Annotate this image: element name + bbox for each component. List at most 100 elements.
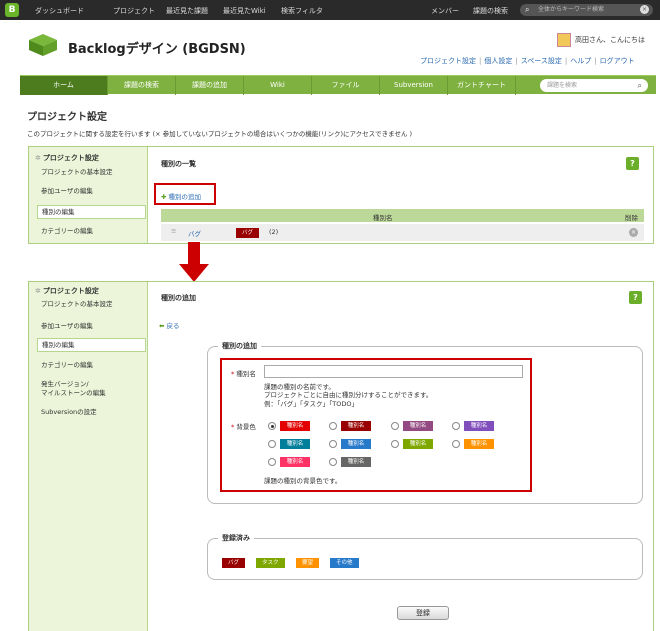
type-count: (2) xyxy=(269,228,279,236)
sidebar-heading: ✲ プロジェクト設定 xyxy=(35,287,99,295)
back-arrow-icon: ⬅ xyxy=(159,322,165,330)
down-arrow-shaft xyxy=(188,242,200,266)
sidebar-item-subversion[interactable]: Subversionの設定 xyxy=(41,408,97,417)
color-radio-3[interactable] xyxy=(391,422,399,430)
sidebar-item-categories[interactable]: カテゴリーの編集 xyxy=(41,361,93,370)
type-badge: バグ xyxy=(236,228,260,238)
tab-wiki[interactable]: Wiki xyxy=(244,76,312,95)
search-icon[interactable]: ⌕ xyxy=(638,79,642,92)
column-header-name: 種別名 xyxy=(373,214,393,222)
header-links: プロジェクト設定 | 個人設定 | スペース設定 | ヘルプ | ログアウト xyxy=(420,57,635,65)
sidebar-heading: ✲ プロジェクト設定 xyxy=(35,154,99,162)
registered-chip-bug: バグ xyxy=(222,558,246,568)
fieldset-legend: 種別の追加 xyxy=(218,341,261,351)
name-help: 課題の種別の名前です。 プロジェクトごとに自由に種別分けすることができます。 例… xyxy=(264,383,433,408)
sidebar-item-types[interactable]: 種別の編集 xyxy=(37,205,146,219)
color-radio-8[interactable] xyxy=(452,440,460,448)
registered-chip-request: 要望 xyxy=(296,558,320,568)
main-nav: ホーム 課題の検索 課題の追加 Wiki ファイル Subversion ガント… xyxy=(20,75,656,95)
color-swatch-8[interactable]: 種別名 xyxy=(464,439,494,449)
nav-issue-search[interactable]: 課題の検索 xyxy=(473,6,508,16)
sidebar-item-basic[interactable]: プロジェクトの基本設定 xyxy=(41,168,113,177)
drag-handle-icon[interactable]: ≡ xyxy=(171,227,176,235)
settings-sidebar: ✲ プロジェクト設定 プロジェクトの基本設定 参加ユーザの編集 種別の編集 カテゴ… xyxy=(29,282,148,631)
color-swatch-6[interactable]: 種別名 xyxy=(341,439,371,449)
color-radio-9[interactable] xyxy=(268,458,276,466)
page-title: プロジェクト設定 xyxy=(27,112,107,123)
type-name-input[interactable] xyxy=(264,365,523,378)
color-radio-1[interactable] xyxy=(268,422,276,430)
color-radio-5[interactable] xyxy=(268,440,276,448)
page-description: このプロジェクトに関する設定を行います (× 参加していないプロジェクトの場合は… xyxy=(27,130,413,138)
sidebar-item-basic[interactable]: プロジェクトの基本設定 xyxy=(41,300,113,309)
top-bar: B ダッシュボード プロジェクト 最近見た課題 最近見たWiki 検索フィルタ … xyxy=(0,0,660,20)
avatar[interactable] xyxy=(557,33,571,47)
nav-recent-wiki[interactable]: 最近見たWiki xyxy=(223,6,266,16)
color-swatch-7[interactable]: 種別名 xyxy=(403,439,433,449)
name-label: * 種別名 xyxy=(231,370,256,378)
registered-legend: 登録済み xyxy=(218,533,254,543)
search-icon: ⌕ xyxy=(525,5,530,14)
color-swatch-1[interactable]: 種別名 xyxy=(280,421,310,431)
link-project-settings[interactable]: プロジェクト設定 xyxy=(420,57,476,65)
section-title: 種別の追加 xyxy=(161,294,196,302)
type-name-link[interactable]: バグ xyxy=(188,228,201,238)
down-arrow-icon xyxy=(179,264,209,282)
color-swatch-4[interactable]: 種別名 xyxy=(464,421,494,431)
tab-add-issue[interactable]: 課題の追加 xyxy=(176,76,244,95)
back-link[interactable]: ⬅ 戻る xyxy=(159,320,180,330)
color-radio-6[interactable] xyxy=(329,440,337,448)
column-header-delete: 削除 xyxy=(625,214,638,222)
global-search-input[interactable]: ⌕ 全体からキーワード検索 × xyxy=(520,4,653,16)
tab-files[interactable]: ファイル xyxy=(312,76,380,95)
color-swatch-10[interactable]: 種別名 xyxy=(341,457,371,467)
color-swatch-3[interactable]: 種別名 xyxy=(403,421,433,431)
color-radio-2[interactable] xyxy=(329,422,337,430)
nav-search-filter[interactable]: 検索フィルタ xyxy=(281,6,323,16)
color-swatch-9[interactable]: 種別名 xyxy=(280,457,310,467)
sidebar-item-users[interactable]: 参加ユーザの編集 xyxy=(41,322,93,331)
color-swatch-2[interactable]: 種別名 xyxy=(341,421,371,431)
link-logout[interactable]: ログアウト xyxy=(600,57,635,65)
tab-gantt[interactable]: ガントチャート xyxy=(448,76,516,95)
issue-search-input[interactable]: 課題を検索 ⌕ xyxy=(540,79,648,92)
color-radio-10[interactable] xyxy=(329,458,337,466)
plus-icon: ✚ xyxy=(161,193,167,201)
nav-dashboard[interactable]: ダッシュボード xyxy=(35,6,84,16)
add-type-panel: ✲ プロジェクト設定 プロジェクトの基本設定 参加ユーザの編集 種別の編集 カテゴ… xyxy=(28,281,654,631)
user-greeting: 高田さん、こんにちは xyxy=(557,33,645,47)
registered-chip-task: タスク xyxy=(256,558,285,568)
sidebar-item-types[interactable]: 種別の編集 xyxy=(37,338,146,352)
sidebar-item-versions[interactable]: 発生バージョン/マイルストーンの編集 xyxy=(41,380,106,398)
settings-sidebar: ✲ プロジェクト設定 プロジェクトの基本設定 参加ユーザの編集 種別の編集 カテゴ… xyxy=(29,147,148,243)
color-radio-4[interactable] xyxy=(452,422,460,430)
sidebar-item-categories[interactable]: カテゴリーの編集 xyxy=(41,227,93,236)
tab-home[interactable]: ホーム xyxy=(20,76,108,95)
type-list-panel: ✲ プロジェクト設定 プロジェクトの基本設定 参加ユーザの編集 種別の編集 カテゴ… xyxy=(28,146,654,244)
help-icon[interactable]: ? xyxy=(626,157,639,170)
gear-icon: ✲ xyxy=(35,154,41,162)
section-title: 種別の一覧 xyxy=(161,160,196,168)
color-radio-7[interactable] xyxy=(391,440,399,448)
nav-projects[interactable]: プロジェクト xyxy=(113,6,155,16)
registered-chip-other: その他 xyxy=(330,558,359,568)
backlog-logo-icon[interactable]: B xyxy=(5,3,19,17)
link-personal-settings[interactable]: 個人設定 xyxy=(484,57,512,65)
link-space-settings[interactable]: スペース設定 xyxy=(521,57,562,65)
nav-recent-issues[interactable]: 最近見た課題 xyxy=(166,6,208,16)
register-button[interactable]: 登録 xyxy=(397,606,449,620)
nav-members[interactable]: メンバー xyxy=(431,6,459,16)
clear-icon[interactable]: × xyxy=(640,5,649,14)
color-label: * 背景色 xyxy=(231,423,256,431)
sidebar-item-users[interactable]: 参加ユーザの編集 xyxy=(41,187,93,196)
delete-icon[interactable]: × xyxy=(629,228,638,237)
tab-issue-search[interactable]: 課題の検索 xyxy=(108,76,176,95)
color-swatch-5[interactable]: 種別名 xyxy=(280,439,310,449)
project-title: Backlogデザイン (BGDSN) xyxy=(68,42,246,57)
add-type-link[interactable]: ✚ 種別の追加 xyxy=(161,191,201,201)
table-header: 種別名 削除 xyxy=(161,209,644,222)
tab-subversion[interactable]: Subversion xyxy=(380,76,448,95)
color-help: 課題の種別の背景色です。 xyxy=(264,477,342,485)
help-icon[interactable]: ? xyxy=(629,291,642,304)
link-help[interactable]: ヘルプ xyxy=(570,57,591,65)
